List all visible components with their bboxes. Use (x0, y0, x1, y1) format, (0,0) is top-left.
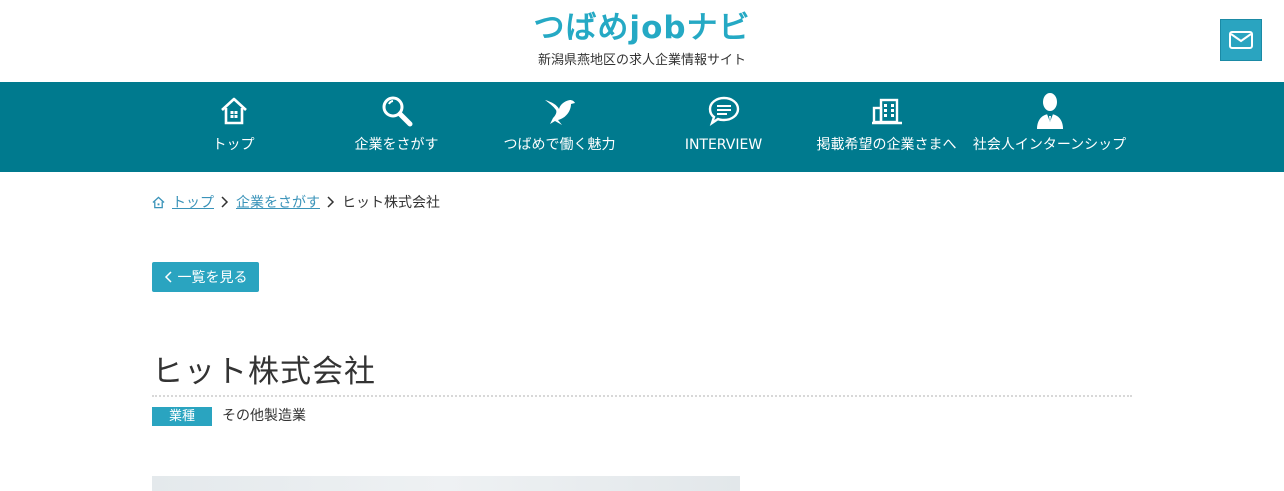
company-image (152, 476, 740, 491)
title-divider (152, 395, 1132, 397)
breadcrumb: トップ 企業をさがす ヒット株式会社 (152, 192, 440, 212)
nav-label: INTERVIEW (684, 137, 763, 153)
industry-value: その他製造業 (222, 408, 306, 424)
company-name-heading: ヒット株式会社 (152, 354, 376, 390)
swallow-icon (544, 100, 575, 125)
site-tagline: 新潟県燕地区の求人企業情報サイト (537, 53, 746, 68)
industry-badge: 業種 (152, 407, 212, 426)
home-icon (220, 97, 247, 125)
home-icon (152, 196, 165, 208)
speech-bubble-icon (708, 96, 739, 126)
breadcrumb-current: ヒット株式会社 (342, 195, 440, 211)
chevron-left-icon (164, 271, 172, 283)
nav-label: 社会人インターンシップ (972, 137, 1127, 153)
nav-item-appeal[interactable]: つばめで働く魅力 (478, 82, 641, 172)
building-icon (871, 98, 902, 125)
nav-label: 企業をさがす (354, 137, 439, 153)
mail-icon (1229, 31, 1253, 49)
nav-label: 掲載希望の企業さまへ (816, 137, 957, 153)
nav-item-interview[interactable]: INTERVIEW (642, 82, 805, 172)
breadcrumb-top-link[interactable]: トップ (172, 192, 214, 212)
nav-item-internship[interactable]: 社会人インターンシップ (968, 82, 1131, 172)
global-nav: トップ 企業をさがす つばめで働く魅力 INTERVIEW 掲載希望の企業さまへ… (0, 82, 1284, 172)
nav-item-search[interactable]: 企業をさがす (315, 82, 478, 172)
back-button-label: 一覧を見る (177, 270, 248, 286)
person-icon (1036, 93, 1063, 129)
nav-label: トップ (212, 137, 255, 153)
nav-label: つばめで働く魅力 (503, 137, 616, 153)
site-header: つばめjobナビ 新潟県燕地区の求人企業情報サイト (0, 0, 1284, 82)
site-logo[interactable]: つばめjobナビ (0, 8, 1284, 48)
back-to-list-button[interactable]: 一覧を見る (152, 262, 259, 292)
nav-item-top[interactable]: トップ (152, 82, 315, 172)
breadcrumb-search-link[interactable]: 企業をさがす (236, 192, 320, 212)
contact-mail-button[interactable] (1220, 19, 1262, 61)
nav-item-advertise[interactable]: 掲載希望の企業さまへ (805, 82, 968, 172)
chevron-right-icon (221, 196, 229, 208)
search-icon (382, 96, 412, 127)
chevron-right-icon (327, 196, 335, 208)
